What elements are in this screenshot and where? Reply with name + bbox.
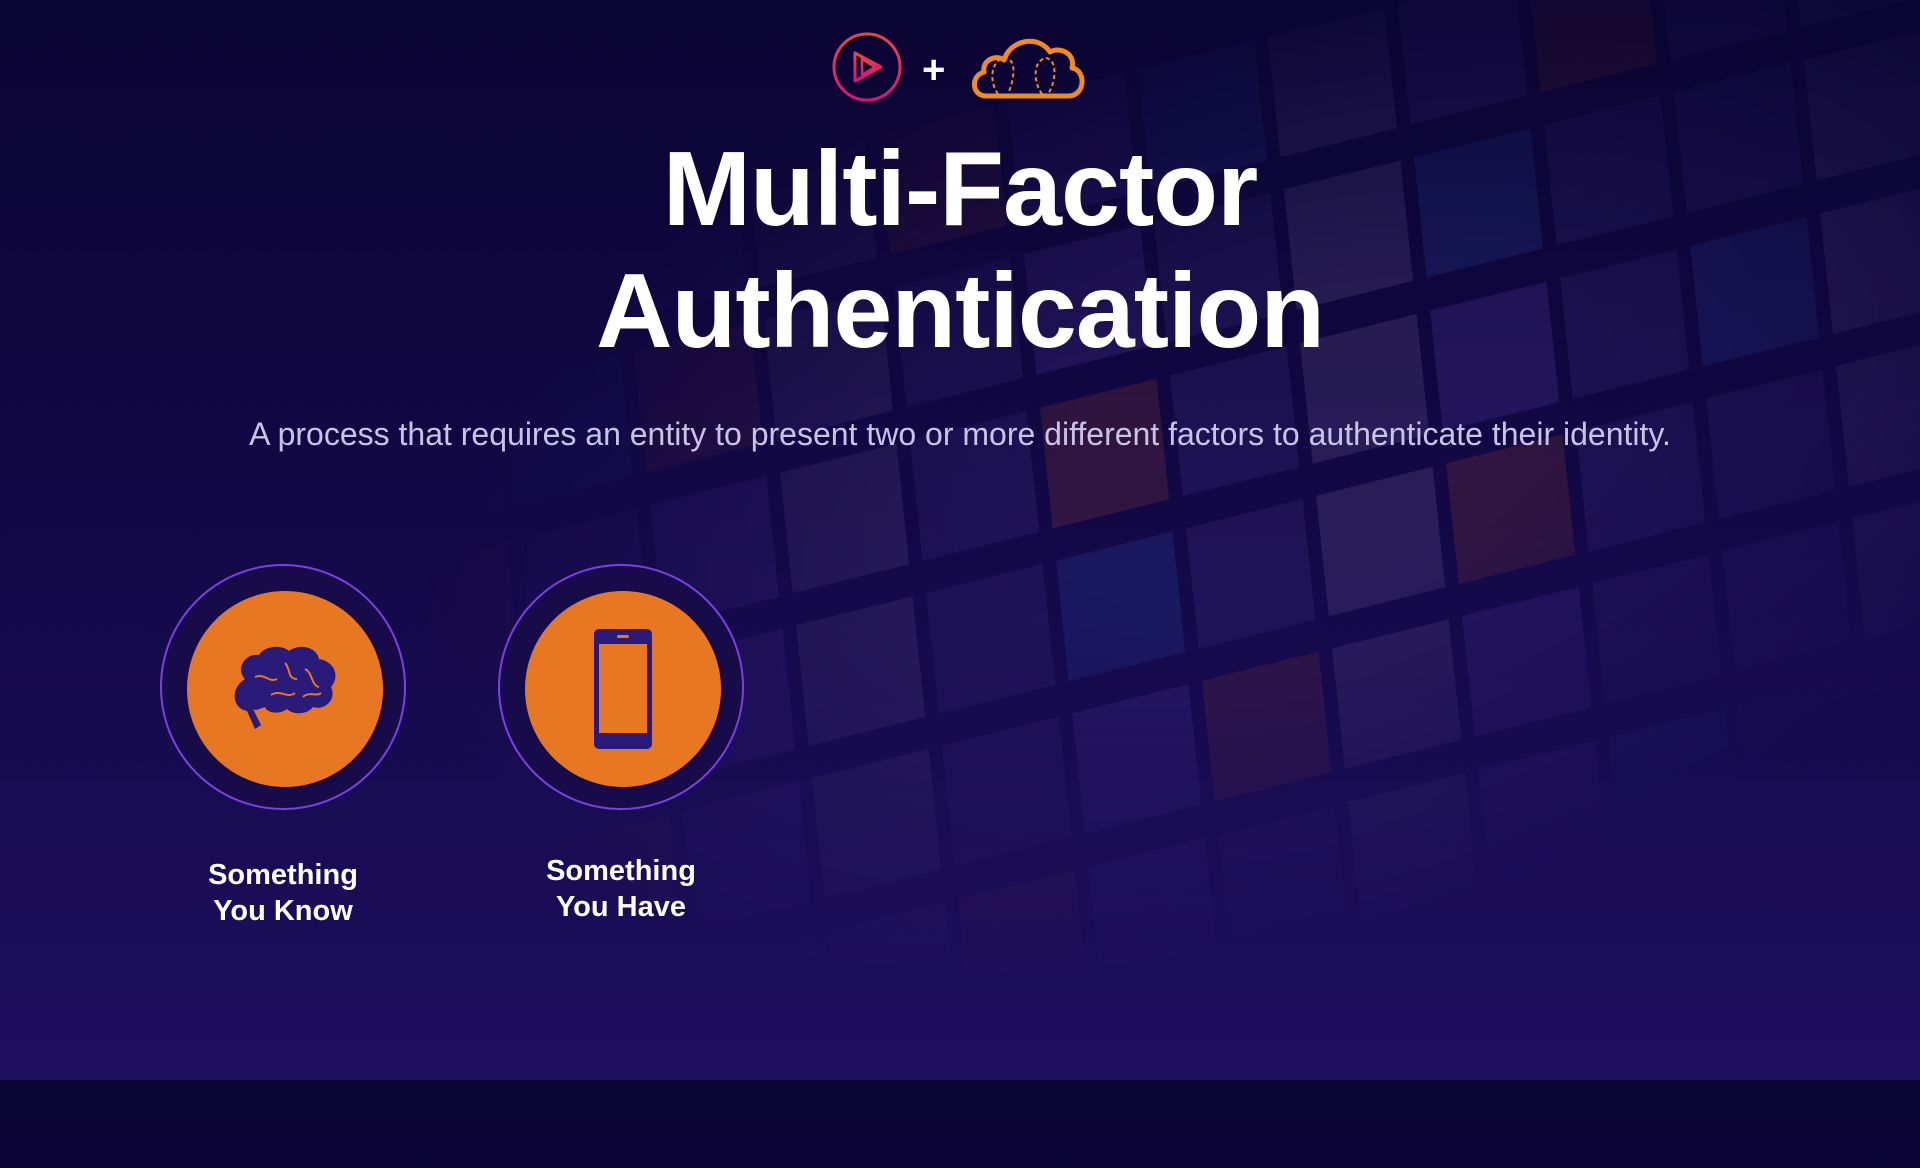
factor-have-label: Something You Have (491, 853, 751, 925)
factor-have-disc (525, 591, 721, 787)
factor-know-label: Something You Know (153, 857, 413, 929)
factor-have-ring (498, 564, 744, 810)
page-title: Multi-Factor Authentication (0, 128, 1920, 372)
title-line-1: Multi-Factor (662, 130, 1259, 248)
cloud-logo-icon (972, 38, 1085, 99)
factor-know-disc (187, 591, 383, 787)
subtitle: A process that requires an entity to pre… (249, 416, 1671, 452)
factor-know-ring (160, 564, 406, 810)
play-logo-icon (832, 32, 902, 102)
title-line-2: Authentication (596, 252, 1325, 370)
smartphone-icon (594, 629, 652, 749)
factor-have-line-1: Something (546, 855, 696, 887)
factor-have-line-2: You Have (555, 891, 686, 923)
factor-know-line-1: Something (208, 859, 358, 891)
factor-know-line-2: You Know (213, 895, 353, 927)
brain-icon (234, 646, 336, 729)
plus-sign: + (922, 48, 946, 92)
